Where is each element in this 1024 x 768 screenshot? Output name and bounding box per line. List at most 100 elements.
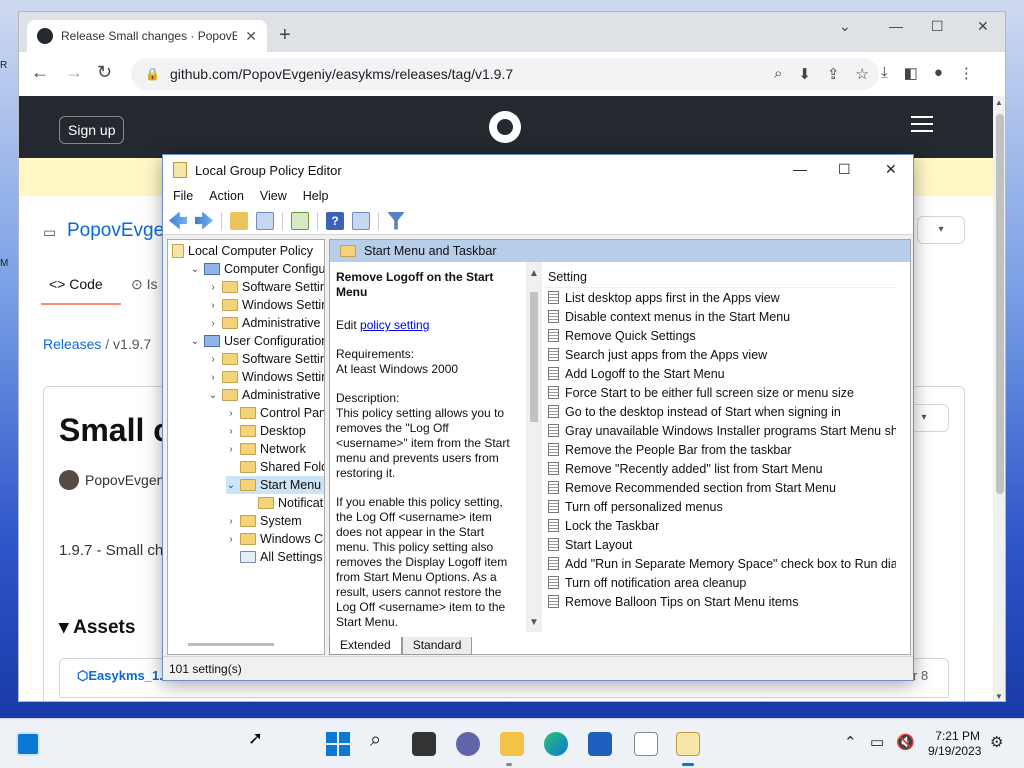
maximize-icon[interactable]: ☐ [838, 161, 851, 178]
tab-code[interactable]: <> Code [49, 276, 103, 292]
file-explorer-icon[interactable] [500, 732, 524, 756]
close-tab-icon[interactable]: ✕ [245, 28, 257, 45]
tree-node[interactable]: › Windows Cor [226, 530, 324, 548]
back-arrow-icon[interactable] [169, 211, 187, 230]
back-arrow-icon[interactable]: ← [31, 62, 49, 83]
assets-heading[interactable]: ▾ Assets [59, 616, 135, 639]
tree-node[interactable]: › Desktop [226, 422, 306, 440]
scroll-down-icon[interactable]: ▼ [995, 692, 1003, 701]
download-icon[interactable]: ⤓ [881, 64, 888, 82]
edge-browser-icon[interactable] [544, 732, 568, 756]
tree-node[interactable]: › Windows Setting [208, 368, 324, 386]
github-logo-icon[interactable] [489, 111, 521, 143]
chevron-right-icon[interactable]: › [226, 516, 236, 527]
menu-view[interactable]: View [260, 189, 287, 203]
chevron-right-icon[interactable]: › [226, 408, 236, 419]
release-author[interactable]: PopovEvgen [59, 470, 164, 490]
tab-standard[interactable]: Standard [401, 637, 473, 655]
tree-node[interactable]: Local Computer Policy [172, 242, 313, 260]
chevron-down-icon[interactable]: ⌄ [190, 264, 200, 275]
tree-horizontal-scrollbar[interactable] [188, 643, 274, 646]
chevron-right-icon[interactable]: › [226, 426, 236, 437]
tree-node[interactable]: Shared Folder [226, 458, 324, 476]
list-item[interactable]: Gray unavailable Windows Installer progr… [544, 421, 896, 440]
edit-policy-link[interactable]: policy setting [360, 318, 429, 332]
tree-node[interactable]: All Settings [226, 548, 323, 566]
network-icon[interactable]: ▭ [870, 733, 884, 751]
profile-icon[interactable]: ● [934, 64, 943, 82]
tree-node[interactable]: ⌄ Start Menu ar [226, 476, 324, 494]
list-item[interactable]: Add "Run in Separate Memory Space" check… [544, 554, 896, 573]
list-item[interactable]: Search just apps from the Apps view [544, 345, 896, 364]
minimize-icon[interactable]: — [889, 18, 903, 34]
chevron-right-icon[interactable]: › [208, 300, 218, 311]
chevron-right-icon[interactable]: › [208, 318, 218, 329]
scroll-up-icon[interactable]: ▲ [529, 268, 539, 279]
reload-icon[interactable]: ↻ [97, 62, 112, 83]
properties-icon[interactable] [352, 211, 370, 230]
filter-icon[interactable] [387, 211, 405, 230]
menu-file[interactable]: File [173, 189, 193, 203]
forward-arrow-icon[interactable]: → [65, 62, 83, 83]
column-header-setting[interactable]: Setting [544, 262, 896, 288]
chevron-right-icon[interactable]: › [226, 534, 236, 545]
scroll-down-icon[interactable]: ▼ [529, 617, 539, 628]
notifications-icon[interactable]: ⚙ [990, 733, 1003, 751]
asset-link[interactable]: ⬡Easykms_1. [77, 668, 163, 684]
tree-node[interactable]: › Administrative Te [208, 314, 324, 332]
up-folder-icon[interactable] [230, 211, 248, 230]
tree-node[interactable]: Notificatio [244, 494, 324, 512]
lock-icon[interactable]: 🔒 [145, 67, 160, 81]
export-list-icon[interactable] [291, 211, 309, 230]
repo-owner-link[interactable]: PopovEvge [67, 220, 164, 242]
list-item[interactable]: List desktop apps first in the Apps view [544, 288, 896, 307]
share-icon[interactable]: ⇪ [827, 65, 840, 83]
chevron-down-icon[interactable]: ⌄ [208, 390, 218, 401]
tree-node[interactable]: › Software Settings [208, 278, 324, 296]
tree-node[interactable]: ⌄ Computer Configura [190, 260, 324, 278]
list-item[interactable]: Go to the desktop instead of Start when … [544, 402, 896, 421]
side-panel-icon[interactable]: ◧ [904, 64, 918, 82]
author-name[interactable]: PopovEvgen [85, 472, 164, 488]
chevron-right-icon[interactable]: › [208, 282, 218, 293]
tree-node[interactable]: ⌄ Administrative Te [208, 386, 324, 404]
forward-arrow-icon[interactable] [195, 211, 213, 230]
clock[interactable]: 7:21 PM 9/19/2023 [928, 729, 981, 759]
chevron-down-icon[interactable]: ⌄ [226, 480, 236, 491]
list-item[interactable]: Turn off notification area cleanup [544, 573, 896, 592]
show-hide-tree-icon[interactable] [256, 211, 274, 230]
help-icon[interactable]: ? [326, 211, 344, 230]
chat-icon[interactable] [456, 732, 480, 756]
tree-node[interactable]: › System [226, 512, 301, 530]
list-item[interactable]: Remove the People Bar from the taskbar [544, 440, 896, 459]
list-item[interactable]: Start Layout [544, 535, 896, 554]
new-tab-icon[interactable]: + [279, 24, 291, 47]
chevron-right-icon[interactable]: › [226, 444, 236, 455]
list-item[interactable]: Remove Recommended section from Start Me… [544, 478, 896, 497]
list-item[interactable]: Remove "Recently added" list from Start … [544, 459, 896, 478]
widgets-icon[interactable] [16, 732, 40, 756]
asset-name[interactable]: Easykms_1. [88, 668, 162, 683]
url-text[interactable]: github.com/PopovEvgeniy/easykms/releases… [170, 66, 513, 82]
store-icon[interactable] [588, 732, 612, 756]
omnibox[interactable]: 🔒 github.com/PopovEvgeniy/easykms/releas… [131, 58, 879, 90]
close-window-icon[interactable]: ✕ [885, 161, 897, 178]
list-item[interactable]: Add Logoff to the Start Menu [544, 364, 896, 383]
close-window-icon[interactable]: ✕ [977, 18, 989, 35]
scrollbar-thumb[interactable] [996, 114, 1004, 494]
chevron-right-icon[interactable]: › [208, 372, 218, 383]
list-item[interactable]: Force Start to be either full screen siz… [544, 383, 896, 402]
notepad-icon[interactable] [634, 732, 658, 756]
tree-node[interactable]: ⌄ User Configuration [190, 332, 324, 350]
description-scrollbar[interactable]: ▲ ▼ [526, 262, 542, 632]
breadcrumb-releases-link[interactable]: Releases [43, 336, 101, 352]
list-item[interactable]: Lock the Taskbar [544, 516, 896, 535]
chevron-down-icon[interactable]: ⌄ [190, 336, 200, 347]
gpe-titlebar[interactable]: Local Group Policy Editor — ☐ ✕ [163, 155, 913, 185]
volume-muted-icon[interactable]: 🔇 [896, 733, 915, 751]
tab-issues[interactable]: ⊙ Is [131, 276, 158, 293]
task-view-icon[interactable] [412, 732, 436, 756]
tree-node[interactable]: › Windows Setting [208, 296, 324, 314]
menu-action[interactable]: Action [209, 189, 244, 203]
minimize-icon[interactable]: — [793, 161, 807, 177]
